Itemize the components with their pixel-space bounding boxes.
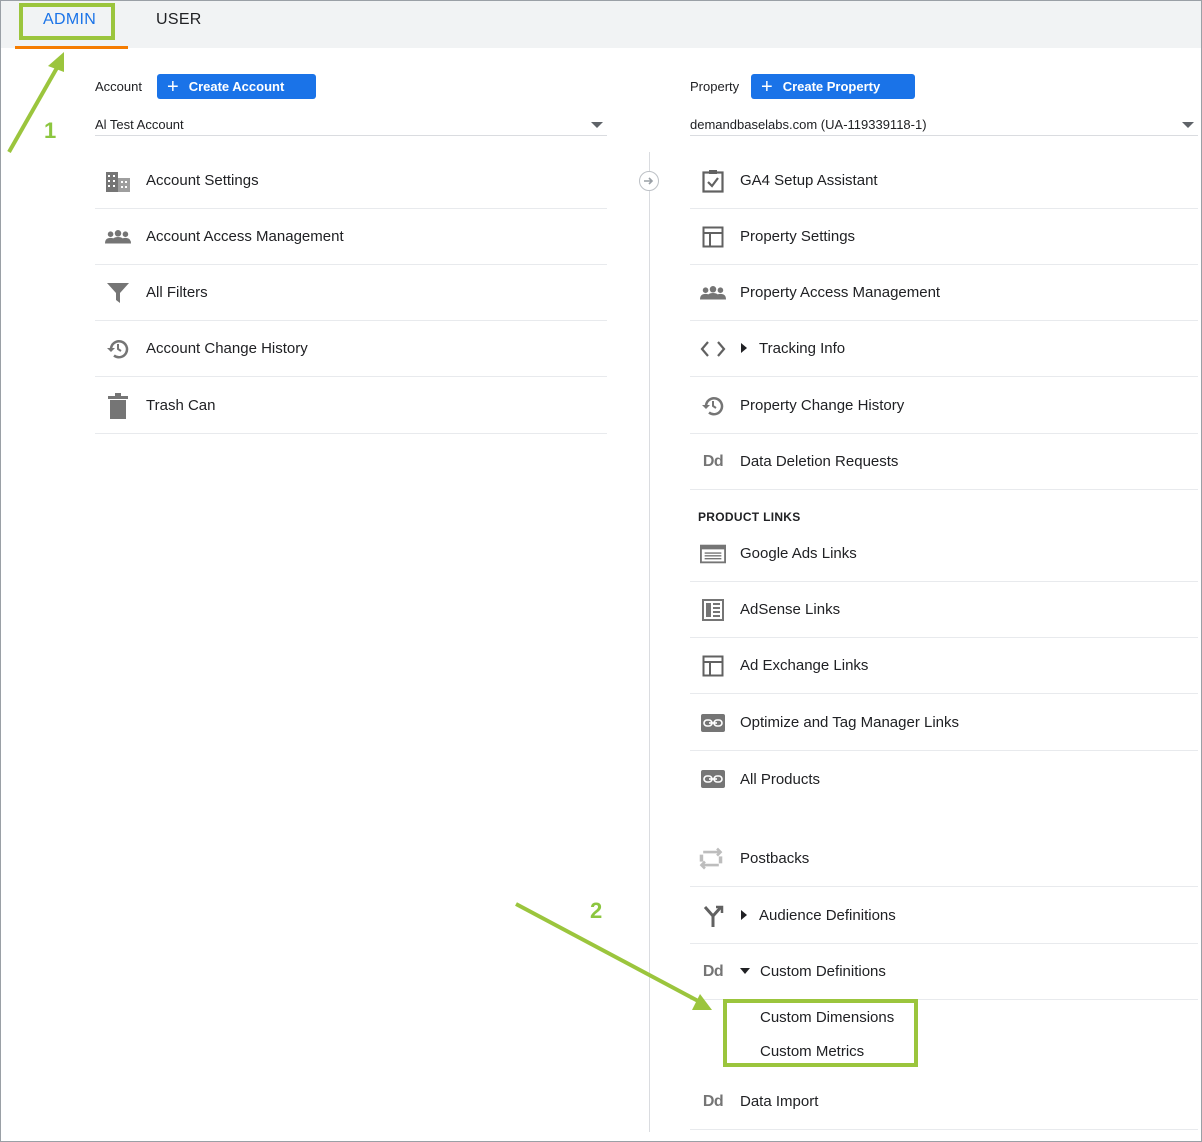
admin-tab-bar: ADMIN USER xyxy=(1,1,1201,49)
menu-account-settings[interactable]: Account Settings xyxy=(95,153,607,209)
create-property-button[interactable]: + Create Property xyxy=(751,74,915,99)
tab-user[interactable]: USER xyxy=(156,11,202,29)
menu-label: Account Access Management xyxy=(146,228,344,245)
menu-label: All Filters xyxy=(146,284,208,301)
create-account-label: Create Account xyxy=(188,79,285,94)
menu-data-import[interactable]: Dd Data Import xyxy=(690,1074,1198,1130)
menu-all-filters[interactable]: All Filters xyxy=(95,265,607,321)
product-links-heading: PRODUCT LINKS xyxy=(698,510,801,524)
account-selector[interactable]: Al Test Account xyxy=(95,110,607,136)
menu-adsense-links[interactable]: AdSense Links xyxy=(690,582,1198,638)
checklist-icon xyxy=(700,168,726,194)
menu-google-ads-links[interactable]: Google Ads Links xyxy=(690,526,1198,582)
menu-optimize-tag-manager-links[interactable]: Optimize and Tag Manager Links xyxy=(690,695,1198,751)
menu-postbacks[interactable]: Postbacks xyxy=(690,831,1198,887)
menu-account-access-management[interactable]: Account Access Management xyxy=(95,209,607,265)
menu-label: Property Settings xyxy=(740,228,856,245)
highlight-box-custom-definitions xyxy=(723,999,918,1067)
dd-icon: Dd xyxy=(702,1092,724,1110)
column-divider xyxy=(649,152,650,1132)
highlight-box-admin xyxy=(19,3,115,40)
collapse-icon xyxy=(740,968,750,975)
dd-icon: Dd xyxy=(702,962,724,980)
account-column-label: Account xyxy=(95,79,142,94)
menu-label-text: Custom Definitions xyxy=(760,963,886,980)
chevron-down-icon xyxy=(591,122,603,128)
menu-label: Data Import xyxy=(740,1093,819,1110)
audience-icon xyxy=(700,903,726,929)
menu-label: Audience Definitions xyxy=(741,907,896,924)
history-icon xyxy=(700,393,726,419)
menu-property-settings[interactable]: Property Settings xyxy=(690,209,1198,265)
annotation-step-1: 1 xyxy=(44,118,57,143)
menu-label: Postbacks xyxy=(740,850,810,867)
layout-icon xyxy=(700,224,726,250)
menu-custom-definitions[interactable]: Dd Custom Definitions xyxy=(690,944,1198,1000)
menu-ga4-setup-assistant[interactable]: GA4 Setup Assistant xyxy=(690,153,1198,209)
account-selected-value: Al Test Account xyxy=(95,117,184,132)
menu-all-products[interactable]: All Products xyxy=(690,751,1198,807)
plus-icon: + xyxy=(167,75,179,98)
menu-label: Google Ads Links xyxy=(740,545,857,562)
menu-property-access-management[interactable]: Property Access Management xyxy=(690,265,1198,321)
link-icon xyxy=(700,766,726,792)
menu-label-text: Audience Definitions xyxy=(759,907,896,924)
create-property-label: Create Property xyxy=(782,79,881,94)
people-icon xyxy=(700,280,726,306)
trash-icon xyxy=(105,392,131,419)
menu-audience-definitions[interactable]: Audience Definitions xyxy=(690,888,1198,944)
menu-label: Account Change History xyxy=(146,340,308,357)
menu-label: Tracking Info xyxy=(741,340,845,357)
dd-icon: Dd xyxy=(702,452,724,470)
expand-icon xyxy=(741,343,747,354)
create-account-button[interactable]: + Create Account xyxy=(157,74,316,99)
menu-label: Property Access Management xyxy=(740,284,941,301)
menu-label: Optimize and Tag Manager Links xyxy=(740,714,960,731)
people-icon xyxy=(105,224,131,250)
code-icon xyxy=(700,336,726,362)
layout-icon xyxy=(700,653,726,679)
chevron-down-icon xyxy=(1182,122,1194,128)
menu-label: Ad Exchange Links xyxy=(740,657,869,674)
ads-icon xyxy=(700,541,726,567)
plus-icon: + xyxy=(761,75,773,98)
arrow-right-icon xyxy=(639,171,659,191)
history-icon xyxy=(105,336,131,362)
adsense-icon xyxy=(700,597,726,623)
property-selected-value: demandbaselabs.com (UA-119339118-1) xyxy=(690,117,927,132)
menu-label: GA4 Setup Assistant xyxy=(740,172,878,189)
menu-label-text: Tracking Info xyxy=(759,340,846,357)
menu-trash-can[interactable]: Trash Can xyxy=(95,378,607,434)
active-tab-indicator xyxy=(15,46,128,49)
menu-label: Account Settings xyxy=(146,172,259,189)
menu-tracking-info[interactable]: Tracking Info xyxy=(690,321,1198,377)
filter-icon xyxy=(105,280,131,306)
menu-ad-exchange-links[interactable]: Ad Exchange Links xyxy=(690,638,1198,694)
postbacks-icon xyxy=(698,846,724,872)
menu-label: All Products xyxy=(740,770,821,788)
menu-label: Trash Can xyxy=(146,397,216,414)
menu-label: Custom Definitions xyxy=(740,963,886,980)
building-icon xyxy=(105,168,131,194)
menu-account-change-history[interactable]: Account Change History xyxy=(95,321,607,377)
annotation-step-2: 2 xyxy=(590,898,603,923)
menu-label: Data Deletion Requests xyxy=(740,453,899,470)
menu-label: AdSense Links xyxy=(740,601,841,618)
property-selector[interactable]: demandbaselabs.com (UA-119339118-1) xyxy=(690,110,1198,136)
menu-label: Property Change History xyxy=(740,397,905,414)
property-column-label: Property xyxy=(690,79,740,94)
menu-data-deletion-requests[interactable]: Dd Data Deletion Requests xyxy=(690,434,1198,490)
expand-icon xyxy=(741,910,747,921)
menu-property-change-history[interactable]: Property Change History xyxy=(690,378,1198,434)
link-icon xyxy=(700,710,726,736)
